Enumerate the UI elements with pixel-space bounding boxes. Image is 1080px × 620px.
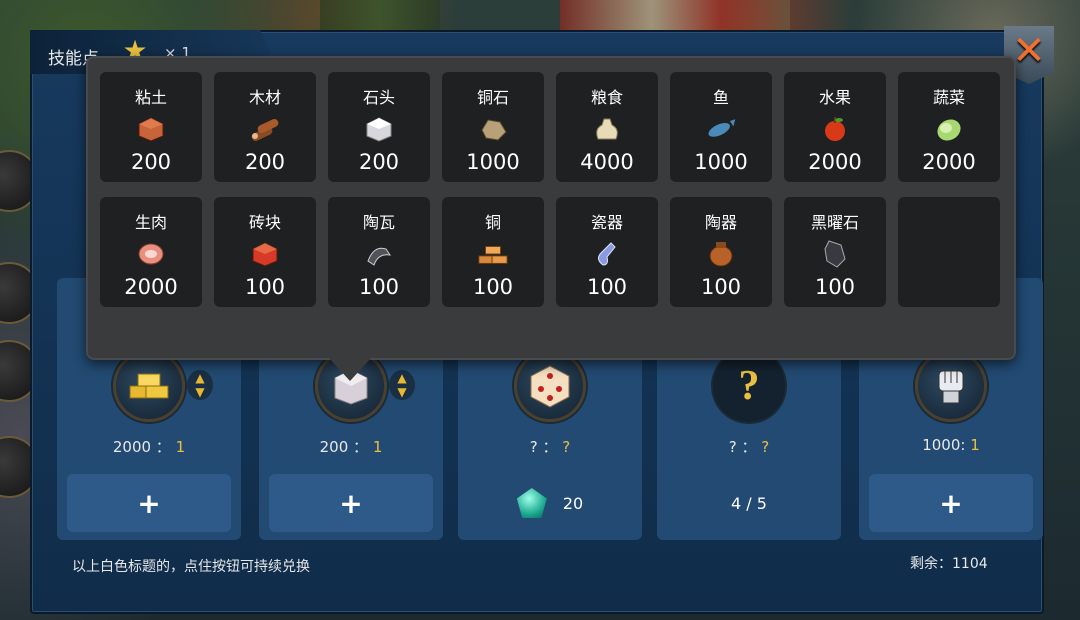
brick-icon [249, 239, 281, 269]
roof-tile-icon [363, 239, 395, 269]
exchange-ratio: 2000 ： 1 [112, 438, 186, 456]
fist-icon [915, 350, 987, 422]
button-label: + [939, 486, 963, 520]
apple-icon [819, 114, 851, 144]
resource-name: 生肉 [134, 213, 167, 232]
resource-name: 瓷器 [590, 213, 623, 232]
resource-quantity: 100 [814, 275, 856, 299]
close-icon: ✕ [1012, 28, 1046, 74]
resource-quantity: 4000 [580, 150, 634, 174]
button-label: + [137, 486, 161, 520]
resource-quantity: 100 [358, 275, 400, 299]
dice-icon [514, 350, 586, 422]
empty-resource-cell [898, 197, 1000, 307]
resource-quantity: 100 [472, 275, 514, 299]
resource-cell: 木材 200 [214, 72, 316, 182]
resource-quantity: 100 [586, 275, 628, 299]
copper-ingot-icon [477, 239, 509, 269]
button-label: 20 [562, 493, 584, 513]
grain-sack-icon [591, 114, 623, 144]
resource-cell: 陶瓦 100 [328, 197, 430, 307]
resource-cell: 水果 2000 [784, 72, 886, 182]
stone-icon [363, 114, 395, 144]
resource-name: 铜石 [476, 88, 509, 107]
resource-quantity: 200 [358, 150, 400, 174]
sort-arrows-icon[interactable]: ▲ ▼ [389, 370, 415, 400]
resource-cell: 铜石 1000 [442, 72, 544, 182]
exchange-action-button[interactable]: 20 [468, 474, 632, 532]
hint-text: 以上白色标题的，点住按钮可持续兑换 [72, 559, 310, 575]
tooltip-pointer [328, 357, 372, 381]
exchange-ratio: 200 ： 1 [319, 438, 383, 456]
resource-name: 陶瓦 [362, 213, 395, 232]
resource-quantity: 2000 [808, 150, 862, 174]
lettuce-icon [933, 114, 965, 144]
resource-name: 石头 [362, 88, 395, 107]
button-label: + [339, 486, 363, 520]
wood-icon [249, 114, 281, 144]
resource-name: 粮食 [590, 88, 623, 107]
sort-arrows-icon[interactable]: ▲ ▼ [187, 370, 213, 400]
resource-quantity: 2000 [922, 150, 976, 174]
exchange-action-button[interactable]: 4 / 5 [667, 474, 831, 532]
exchange-add-button[interactable]: + [67, 474, 231, 532]
resource-name: 铜 [484, 213, 501, 232]
resource-cell: 陶器 100 [670, 197, 772, 307]
gem-icon [516, 488, 547, 518]
meat-icon [135, 239, 167, 269]
resource-name: 粘土 [134, 88, 167, 107]
obsidian-icon [819, 239, 851, 269]
resource-cell: 生肉 2000 [100, 197, 202, 307]
resource-name: 砖块 [248, 213, 281, 232]
resource-quantity: 200 [130, 150, 172, 174]
gold-bars-icon [113, 350, 185, 422]
resource-name: 蔬菜 [932, 88, 965, 107]
resource-cell: 砖块 100 [214, 197, 316, 307]
resource-quantity: 1000 [466, 150, 520, 174]
remaining-count: 剩余：1104 [910, 556, 988, 572]
resource-cell: 粘土 200 [100, 72, 202, 182]
exchange-ratio: ? ： ? [529, 438, 571, 456]
resource-name: 水果 [818, 88, 851, 107]
map-forest [320, 0, 440, 30]
resource-name: 陶器 [704, 213, 737, 232]
copper-ore-icon [477, 114, 509, 144]
resource-cell: 黑曜石 100 [784, 197, 886, 307]
resource-cell: 鱼 1000 [670, 72, 772, 182]
exchange-add-button[interactable]: + [869, 474, 1033, 532]
porcelain-vase-icon [591, 239, 623, 269]
resource-tooltip: 粘土 200 木材 200 石头 200 铜石 1000 粮食 4000 鱼 1000 水果 2000 蔬菜… [86, 56, 1016, 360]
exchange-ratio: 1000: 1 [922, 436, 980, 454]
resource-quantity: 2000 [124, 275, 178, 299]
resource-quantity: 100 [700, 275, 742, 299]
resource-quantity: 100 [244, 275, 286, 299]
clay-icon [135, 114, 167, 144]
resource-cell: 铜 100 [442, 197, 544, 307]
fish-icon [705, 114, 737, 144]
resource-name: 木材 [248, 88, 281, 107]
resource-cell: 粮食 4000 [556, 72, 658, 182]
exchange-ratio: ? ： ? [728, 438, 770, 456]
resource-cell: 瓷器 100 [556, 197, 658, 307]
button-label: 4 / 5 [731, 493, 767, 513]
resource-name: 鱼 [712, 88, 729, 107]
exchange-add-button[interactable]: + [269, 474, 433, 532]
pottery-icon [705, 239, 737, 269]
resource-quantity: 200 [244, 150, 286, 174]
resource-quantity: 1000 [694, 150, 748, 174]
question-icon: ? [713, 350, 785, 422]
resource-name: 黑曜石 [810, 213, 859, 232]
resource-cell: 蔬菜 2000 [898, 72, 1000, 182]
resource-cell: 石头 200 [328, 72, 430, 182]
